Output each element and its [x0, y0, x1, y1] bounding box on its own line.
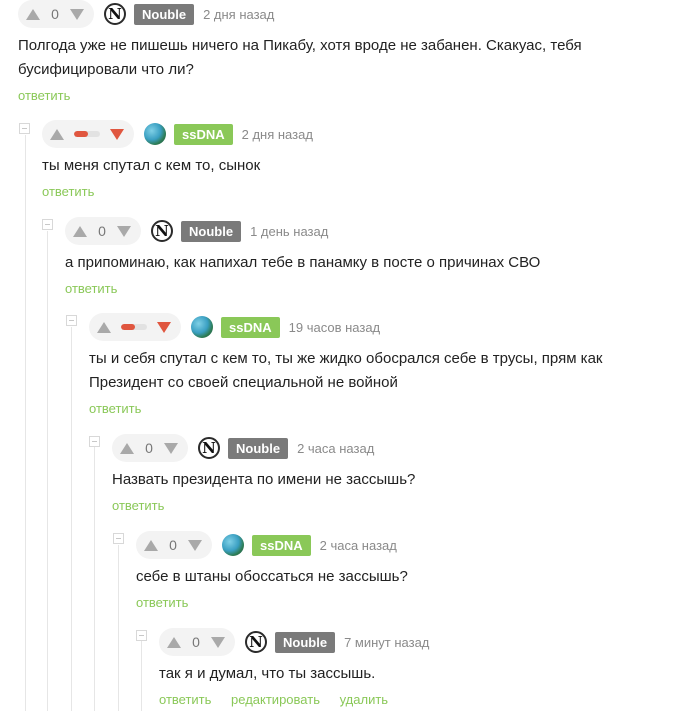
comment-actions: ответить [18, 88, 86, 103]
upvote-icon[interactable] [144, 539, 158, 551]
edit-link[interactable]: редактировать [231, 692, 320, 707]
vote-score: 0 [98, 223, 106, 239]
username[interactable]: Nouble [134, 3, 195, 25]
comment-header: ssDNA 2 дня назад [42, 120, 313, 148]
vote-score: 0 [169, 537, 177, 553]
username[interactable]: ssDNA [174, 123, 233, 145]
vote-control: 0 [159, 628, 235, 656]
comment-header: 0 N Nouble 1 день назад [65, 217, 328, 245]
thread-line [47, 231, 48, 711]
vote-control: 0 [65, 217, 141, 245]
delete-link[interactable]: удалить [340, 692, 388, 707]
collapse-toggle[interactable] [19, 123, 30, 134]
reply-link[interactable]: ответить [18, 88, 70, 103]
vote-control [89, 313, 181, 341]
avatar[interactable] [222, 534, 244, 556]
comment-actions: ответить редактировать удалить [159, 692, 404, 707]
reply-link[interactable]: ответить [112, 498, 164, 513]
vote-score: 0 [51, 6, 59, 22]
comment-time[interactable]: 7 минут назад [344, 635, 429, 650]
upvote-icon[interactable] [50, 128, 64, 140]
comment-text: а припоминаю, как напихал тебе в панамку… [65, 254, 541, 271]
thread-line [25, 135, 26, 711]
comment-actions: ответить [42, 184, 110, 199]
rating-bar [121, 324, 147, 330]
downvote-icon[interactable] [157, 321, 171, 333]
vote-score: 0 [145, 440, 153, 456]
comment-time[interactable]: 2 дня назад [203, 7, 274, 22]
comment-time[interactable]: 2 часа назад [297, 441, 374, 456]
upvote-icon[interactable] [167, 636, 181, 648]
username[interactable]: ssDNA [252, 534, 311, 556]
reply-link[interactable]: ответить [136, 595, 188, 610]
downvote-icon[interactable] [164, 442, 178, 454]
reply-link[interactable]: ответить [159, 692, 211, 707]
comment-header: 0 N Nouble 2 часа назад [112, 434, 374, 462]
avatar[interactable] [144, 123, 166, 145]
collapse-toggle[interactable] [42, 219, 53, 230]
comment-actions: ответить [65, 281, 133, 296]
avatar[interactable]: N [151, 220, 173, 242]
comment-text: Полгода уже не пишешь ничего на Пикабу, … [18, 37, 582, 78]
comment-actions: ответить [89, 401, 157, 416]
thread-line [118, 545, 119, 711]
comment-text: себе в штаны обоссаться не зассышь? [136, 568, 408, 585]
upvote-icon[interactable] [73, 225, 87, 237]
upvote-icon[interactable] [26, 8, 40, 20]
downvote-icon[interactable] [117, 225, 131, 237]
comment-text: так я и думал, что ты зассышь. [159, 665, 376, 682]
upvote-icon[interactable] [120, 442, 134, 454]
avatar[interactable]: N [198, 437, 220, 459]
downvote-icon[interactable] [70, 8, 84, 20]
collapse-toggle[interactable] [113, 533, 124, 544]
comment-header: ssDNA 19 часов назад [89, 313, 380, 341]
username[interactable]: ssDNA [221, 316, 280, 338]
collapse-toggle[interactable] [89, 436, 100, 447]
reply-link[interactable]: ответить [89, 401, 141, 416]
vote-control [42, 120, 134, 148]
thread-line [141, 641, 142, 711]
comment-time[interactable]: 19 часов назад [289, 320, 381, 335]
avatar[interactable]: N [245, 631, 267, 653]
vote-control: 0 [112, 434, 188, 462]
reply-link[interactable]: ответить [42, 184, 94, 199]
upvote-icon[interactable] [97, 321, 111, 333]
vote-score: 0 [192, 634, 200, 650]
vote-control: 0 [18, 0, 94, 28]
comment-header: 0 N Nouble 7 минут назад [159, 628, 429, 656]
rating-bar [74, 131, 100, 137]
comment-text: Назвать президента по имени не зассышь? [112, 471, 416, 488]
thread-line [94, 447, 95, 711]
comment-time[interactable]: 2 часа назад [320, 538, 397, 553]
downvote-icon[interactable] [211, 636, 225, 648]
username[interactable]: Nouble [181, 220, 242, 242]
comment-header: 0 N Nouble 2 дня назад [18, 0, 274, 28]
username[interactable]: Nouble [275, 631, 336, 653]
comment-time[interactable]: 2 дня назад [242, 127, 313, 142]
downvote-icon[interactable] [188, 539, 202, 551]
reply-link[interactable]: ответить [65, 281, 117, 296]
comment-text: ты меня спутал с кем то, сынок [42, 157, 261, 174]
avatar[interactable] [191, 316, 213, 338]
comment-text: ты и себя спутал с кем то, ты же жидко о… [89, 350, 603, 391]
downvote-icon[interactable] [110, 128, 124, 140]
collapse-toggle[interactable] [66, 315, 77, 326]
thread-line [71, 327, 72, 711]
comment-time[interactable]: 1 день назад [250, 224, 328, 239]
username[interactable]: Nouble [228, 437, 289, 459]
comment-actions: ответить [112, 498, 180, 513]
comment-actions: ответить [136, 595, 204, 610]
vote-control: 0 [136, 531, 212, 559]
comment-header: 0 ssDNA 2 часа назад [136, 531, 397, 559]
collapse-toggle[interactable] [136, 630, 147, 641]
avatar[interactable]: N [104, 3, 126, 25]
